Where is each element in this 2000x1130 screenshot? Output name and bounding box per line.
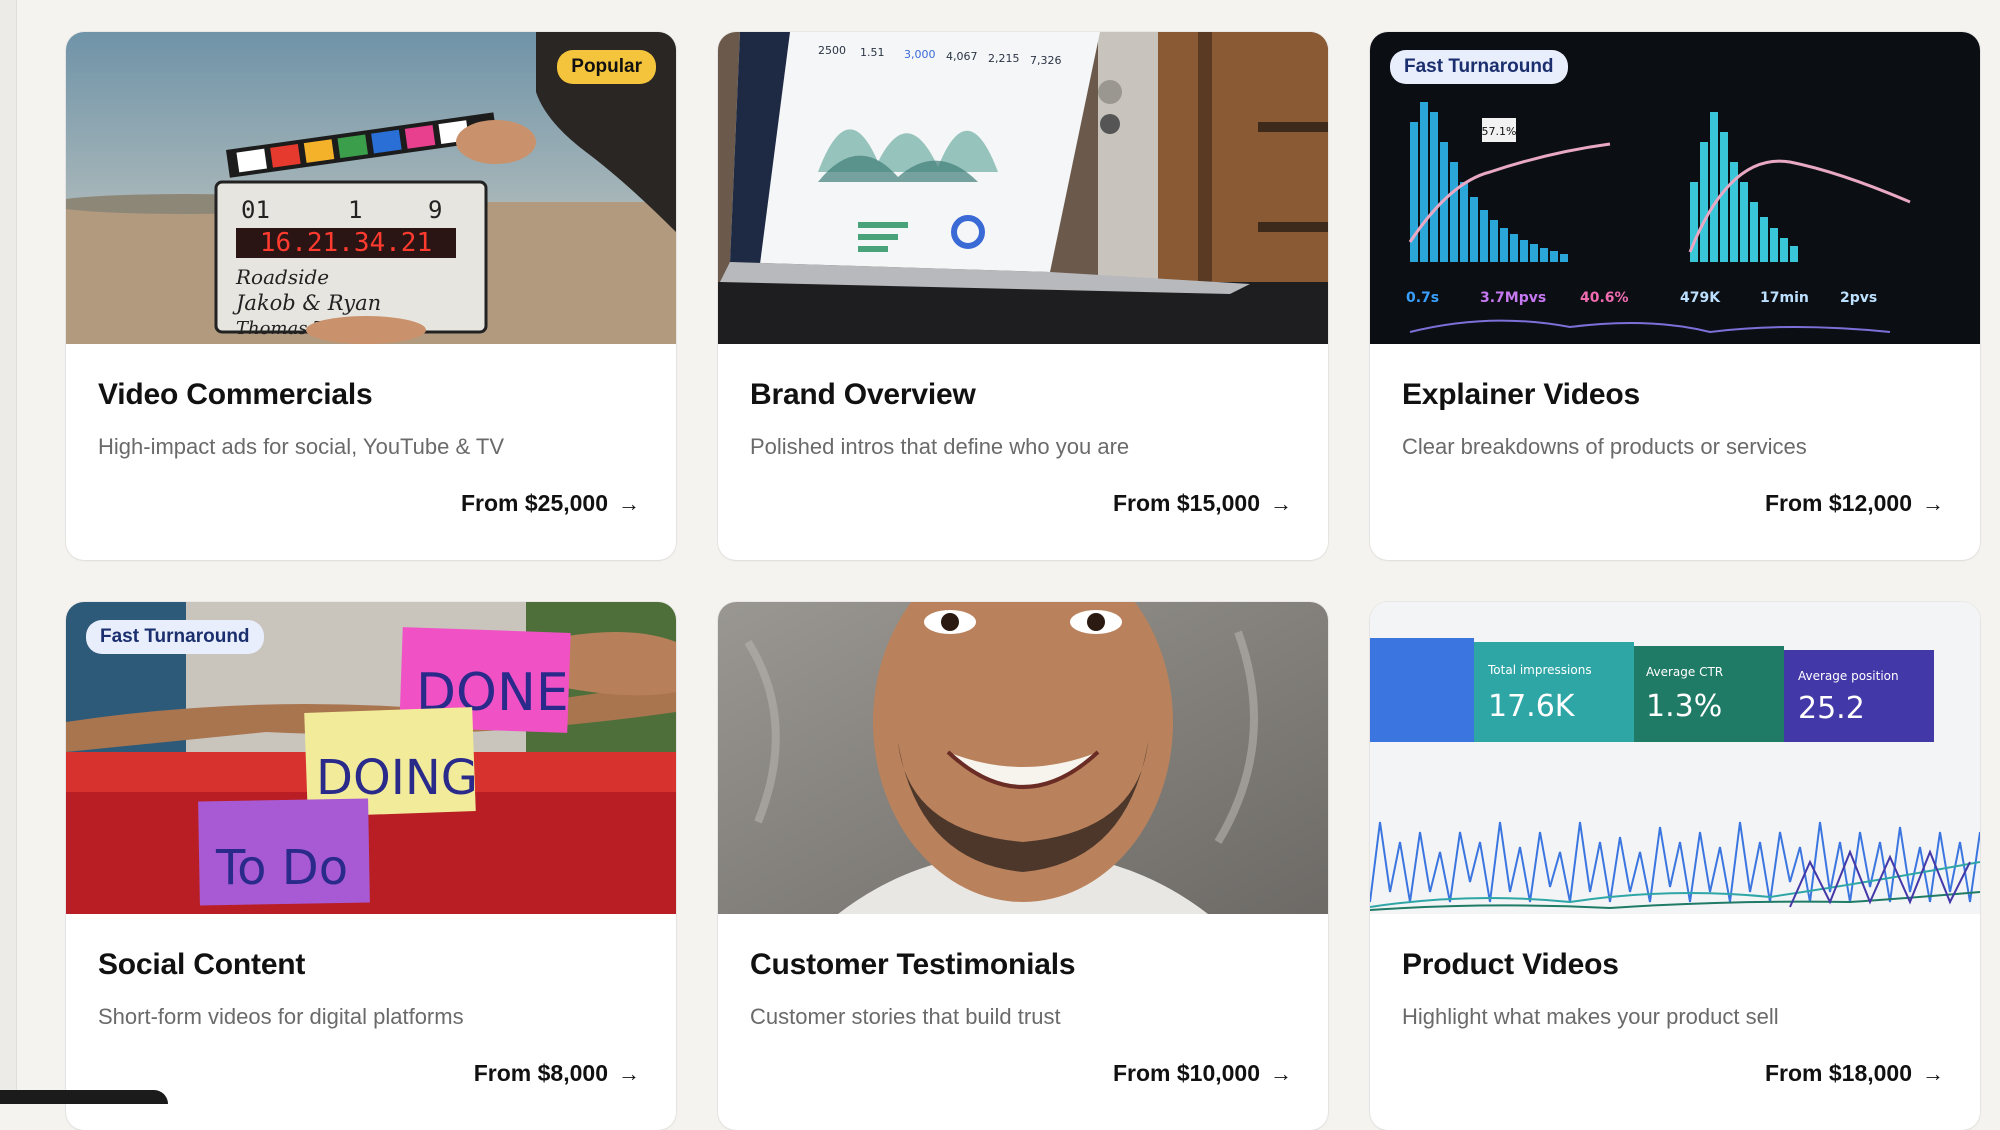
screen-stat-5: 2,215: [988, 52, 1020, 65]
service-card-video-commercials[interactable]: 16.21.34.21 01 1 9 Roadside Jakob & Ryan…: [66, 32, 676, 560]
metric-value-3: 25.2: [1798, 691, 1865, 726]
card-description: Highlight what makes your product sell: [1402, 1004, 1779, 1029]
price-text: From $8,000: [473, 1060, 608, 1086]
service-card-explainer-videos[interactable]: 57.1% 0.7s 3.7Mpvs 40.6% 479K 17min 2pvs…: [1370, 32, 1980, 560]
dash-stat-5: 17min: [1760, 290, 1809, 306]
clapper-timecode: 16.21.34.21: [260, 228, 432, 258]
dash-tooltip: 57.1%: [1482, 125, 1517, 138]
dash-stat-4: 479K: [1680, 290, 1721, 306]
fast-turnaround-badge: Fast Turnaround: [86, 620, 264, 654]
card-price-link[interactable]: From $25,000 →: [461, 490, 640, 517]
card-title: Social Content: [98, 948, 306, 981]
left-rail: [0, 0, 17, 1104]
services-grid: 16.21.34.21 01 1 9 Roadside Jakob & Ryan…: [66, 32, 1980, 1130]
dash-stat-1: 0.7s: [1406, 290, 1439, 306]
arrow-right-icon: →: [1270, 490, 1292, 516]
note-doing: DOING: [316, 750, 478, 806]
clapper-line-1: Roadside: [235, 265, 329, 289]
card-image-clapperboard: 16.21.34.21 01 1 9 Roadside Jakob & Ryan…: [66, 32, 676, 344]
card-body: Product Videos Highlight what makes your…: [1370, 914, 1980, 1130]
note-todo: To Do: [215, 840, 348, 896]
card-description: High-impact ads for social, YouTube & TV: [98, 434, 504, 459]
arrow-right-icon: →: [618, 1060, 640, 1086]
card-price-link[interactable]: From $15,000 →: [1113, 490, 1292, 517]
dash-stat-2: 3.7Mpvs: [1480, 290, 1546, 306]
metric-value-1: 17.6K: [1488, 689, 1576, 724]
dash-stat-6: 2pvs: [1840, 290, 1877, 306]
card-title: Video Commercials: [98, 378, 373, 411]
price-text: From $25,000: [460, 490, 608, 516]
card-description: Polished intros that define who you are: [750, 434, 1130, 459]
card-title: Customer Testimonials: [750, 948, 1076, 981]
card-body: Customer Testimonials Customer stories t…: [718, 914, 1328, 1130]
card-description: Clear breakdowns of products or services: [1402, 434, 1807, 459]
price-text: From $15,000: [1112, 490, 1260, 516]
price-text: From $18,000: [1764, 1060, 1912, 1086]
screen-stat-4: 4,067: [946, 50, 978, 63]
card-description: Short-form videos for digital platforms: [98, 1004, 464, 1029]
dash-stat-3: 40.6%: [1580, 290, 1629, 306]
screen-stat-3: 3,000: [904, 48, 936, 61]
price-text: From $12,000: [1764, 490, 1912, 516]
arrow-right-icon: →: [1922, 1060, 1944, 1086]
card-image-analytics-dashboard: 57.1% 0.7s 3.7Mpvs 40.6% 479K 17min 2pvs…: [1370, 32, 1980, 344]
card-price-link[interactable]: From $12,000 →: [1765, 490, 1944, 517]
metric-label-1: Total impressions: [1487, 663, 1592, 677]
card-image-smiling-man: [718, 602, 1328, 914]
card-body: Explainer Videos Clear breakdowns of pro…: [1370, 344, 1980, 560]
screen-stat-6: 7,326: [1030, 54, 1062, 67]
card-body: Video Commercials High-impact ads for so…: [66, 344, 676, 560]
bottom-left-overlay: [0, 1090, 168, 1104]
price-text: From $10,000: [1112, 1060, 1260, 1086]
card-description: Customer stories that build trust: [750, 1004, 1061, 1029]
card-price-link[interactable]: From $10,000 →: [1113, 1060, 1292, 1087]
fast-turnaround-badge: Fast Turnaround: [1390, 50, 1568, 84]
clapper-roll: 01: [241, 196, 270, 224]
screen-stat-1: 2500: [818, 44, 846, 57]
arrow-right-icon: →: [1922, 490, 1944, 516]
card-image-laptop-dashboard: 2500 1.51 3,000 4,067 2,215 7,326: [718, 32, 1328, 344]
card-image-sticky-notes: DONE DOING To Do Fast Turnaround: [66, 602, 676, 914]
arrow-right-icon: →: [618, 490, 640, 516]
clapper-take: 9: [428, 196, 442, 224]
clapper-scene: 1: [348, 196, 362, 224]
arrow-right-icon: →: [1270, 1060, 1292, 1086]
metric-label-2: Average CTR: [1646, 665, 1723, 679]
card-price-link[interactable]: From $18,000 →: [1765, 1060, 1944, 1087]
screen-stat-2: 1.51: [860, 46, 885, 59]
card-price-link[interactable]: From $8,000 →: [474, 1060, 640, 1087]
card-body: Brand Overview Polished intros that defi…: [718, 344, 1328, 560]
service-card-product-videos[interactable]: Total impressions 17.6K Average CTR 1.3%…: [1370, 602, 1980, 1130]
clapper-line-2: Jakob & Ryan: [232, 291, 381, 315]
card-title: Product Videos: [1402, 948, 1619, 981]
metric-label-3: Average position: [1798, 669, 1899, 683]
service-card-social-content[interactable]: DONE DOING To Do Fast Turnaround Social …: [66, 602, 676, 1130]
card-title: Explainer Videos: [1402, 378, 1641, 411]
service-card-customer-testimonials[interactable]: Customer Testimonials Customer stories t…: [718, 602, 1328, 1130]
metric-value-2: 1.3%: [1646, 689, 1722, 724]
card-title: Brand Overview: [750, 378, 976, 411]
service-card-brand-overview[interactable]: 2500 1.51 3,000 4,067 2,215 7,326 Brand …: [718, 32, 1328, 560]
card-image-search-console: Total impressions 17.6K Average CTR 1.3%…: [1370, 602, 1980, 914]
popular-badge: Popular: [557, 50, 656, 84]
